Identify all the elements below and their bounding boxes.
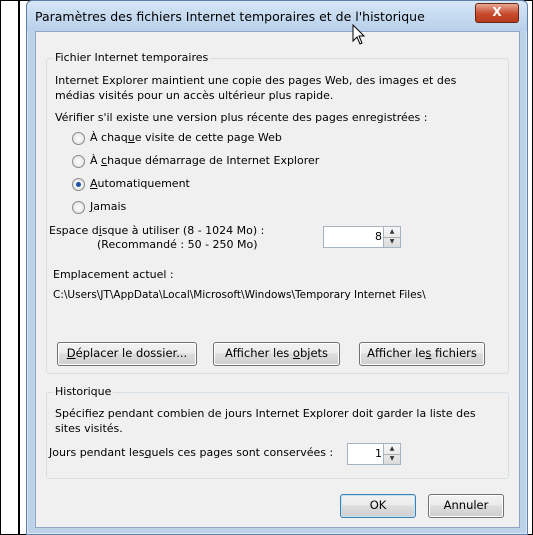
mouse-cursor-icon bbox=[352, 24, 366, 45]
history-days-arrows[interactable]: ▲ ▼ bbox=[383, 444, 400, 464]
view-files-button[interactable]: Afficher les fichiers bbox=[359, 342, 485, 366]
history-days-value: 1 bbox=[375, 447, 382, 460]
radio-every-visit[interactable] bbox=[72, 132, 85, 145]
history-group: Historique Spécifiez pendant combien de … bbox=[46, 385, 509, 479]
radio-every-start-label[interactable]: À chaque démarrage de Internet Explorer bbox=[90, 154, 319, 167]
temp-files-group: Fichier Internet temporaires Internet Ex… bbox=[46, 51, 509, 374]
chevron-down-icon[interactable]: ▼ bbox=[384, 454, 400, 464]
location-path: C:\Users\JT\AppData\Local\Microsoft\Wind… bbox=[53, 289, 426, 301]
radio-automatic[interactable] bbox=[72, 178, 85, 191]
days-label: Jours pendant lesquels ces pages sont co… bbox=[49, 446, 334, 459]
radio-never-label[interactable]: Jamais bbox=[90, 200, 126, 213]
ok-button[interactable]: OK bbox=[340, 494, 416, 518]
history-description: Spécifiez pendant combien de jours Inter… bbox=[55, 407, 476, 435]
cancel-button[interactable]: Annuler bbox=[428, 494, 504, 518]
radio-every-visit-label[interactable]: À chaque visite de cette page Web bbox=[90, 131, 282, 144]
radio-automatic-label[interactable]: Automatiquement bbox=[90, 177, 190, 190]
check-question: Vérifier s'il existe une version plus ré… bbox=[55, 111, 428, 124]
history-days-stepper[interactable]: 1 ▲ ▼ bbox=[347, 443, 401, 465]
disk-space-value: 8 bbox=[375, 230, 382, 243]
window-title: Paramètres des fichiers Internet tempora… bbox=[35, 9, 425, 24]
dialog-body: Fichier Internet temporaires Internet Ex… bbox=[35, 31, 520, 528]
temp-files-description: Internet Explorer maintient une copie de… bbox=[55, 74, 457, 102]
disk-space-label: Espace disque à utiliser (8 - 1024 Mo) : bbox=[49, 224, 265, 237]
left-divider bbox=[18, 0, 20, 535]
location-label: Emplacement actuel : bbox=[53, 268, 174, 281]
history-legend: Historique bbox=[53, 385, 114, 398]
disk-space-stepper[interactable]: 8 ▲ ▼ bbox=[323, 226, 401, 248]
move-folder-button[interactable]: Déplacer le dossier... bbox=[57, 342, 197, 366]
view-objects-button[interactable]: Afficher les objets bbox=[213, 342, 340, 366]
close-button[interactable]: X bbox=[475, 3, 519, 23]
settings-dialog: Paramètres des fichiers Internet tempora… bbox=[26, 0, 528, 535]
temp-files-legend: Fichier Internet temporaires bbox=[53, 51, 211, 64]
disk-space-hint: (Recommandé : 50 - 250 Mo) bbox=[97, 238, 258, 251]
disk-space-arrows[interactable]: ▲ ▼ bbox=[383, 227, 400, 247]
radio-never[interactable] bbox=[72, 201, 85, 214]
chevron-down-icon[interactable]: ▼ bbox=[384, 237, 400, 247]
radio-every-start[interactable] bbox=[72, 155, 85, 168]
title-bar[interactable]: Paramètres des fichiers Internet tempora… bbox=[27, 1, 527, 31]
